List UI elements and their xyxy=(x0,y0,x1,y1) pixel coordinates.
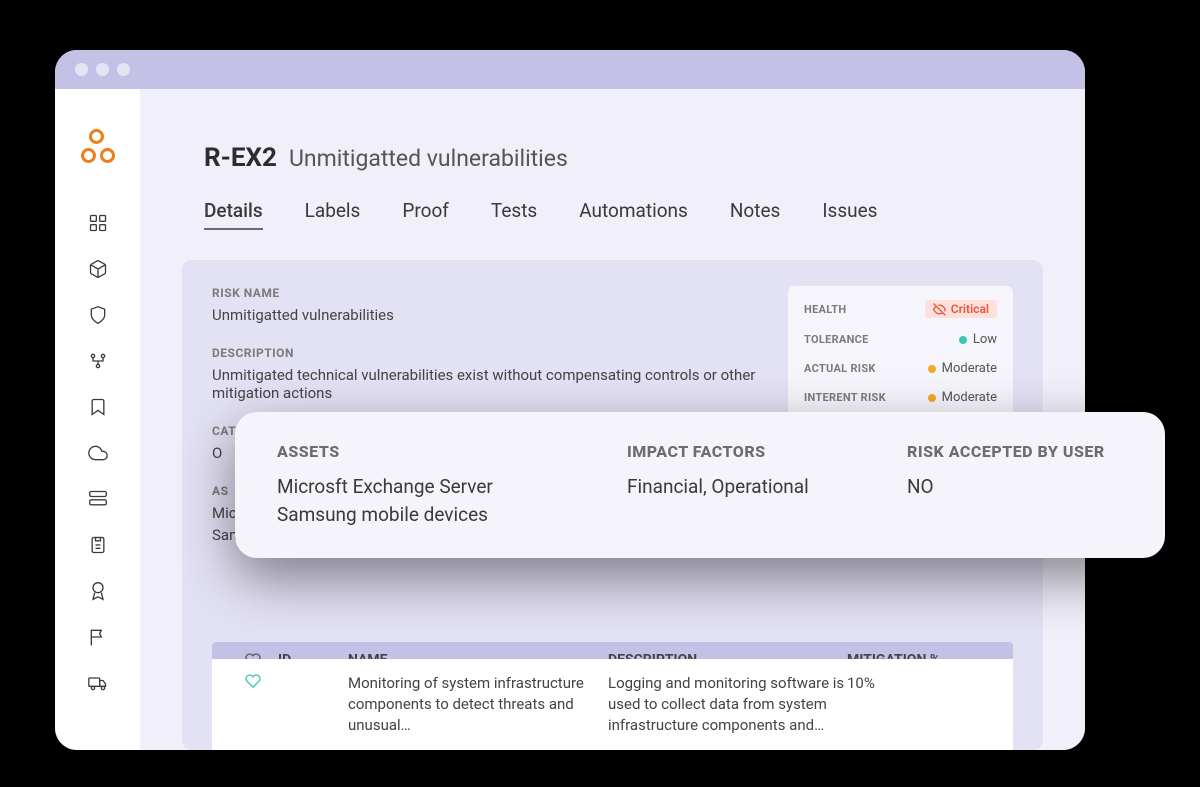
tab-automations[interactable]: Automations xyxy=(579,199,688,230)
window-titlebar xyxy=(55,50,1085,89)
popover-impact-label: IMPACT FACTORS xyxy=(627,442,857,461)
tab-tests[interactable]: Tests xyxy=(491,199,537,230)
tab-issues[interactable]: Issues xyxy=(822,199,877,230)
popover-assets-label: ASSETS xyxy=(277,442,577,461)
popover-assets-value: Microsft Exchange Server Samsung mobile … xyxy=(277,473,577,528)
traffic-light-minimize[interactable] xyxy=(96,63,109,76)
risk-summary-card: HEALTH Critical TOLERANCE Low ACTUAL RIS… xyxy=(788,286,1013,426)
shield-icon[interactable] xyxy=(88,305,108,325)
clipboard-icon[interactable] xyxy=(88,535,108,555)
tolerance-value: Low xyxy=(959,332,997,347)
health-value: Critical xyxy=(951,302,989,316)
server-icon[interactable] xyxy=(88,489,108,509)
actual-risk-label: ACTUAL RISK xyxy=(804,362,876,375)
heart-icon[interactable] xyxy=(245,673,261,689)
description-label: DESCRIPTION xyxy=(212,346,762,360)
inherent-risk-label: INTERENT RISK xyxy=(804,391,886,404)
dashboard-icon[interactable] xyxy=(88,213,108,233)
package-icon[interactable] xyxy=(88,259,108,279)
tab-bar: Details Labels Proof Tests Automations N… xyxy=(204,199,1043,230)
health-badge: Critical xyxy=(925,300,997,318)
actual-risk-value: Moderate xyxy=(928,361,997,376)
app-logo-icon xyxy=(81,129,115,163)
traffic-light-close[interactable] xyxy=(75,63,88,76)
tab-details[interactable]: Details xyxy=(204,199,263,230)
bookmark-icon[interactable] xyxy=(88,397,108,417)
inherent-risk-value: Moderate xyxy=(928,390,997,405)
popover-impact-value: Financial, Operational xyxy=(627,473,857,501)
tolerance-label: TOLERANCE xyxy=(804,333,869,346)
cell-mitigation: 10% xyxy=(847,673,997,736)
risk-title: Unmitigatted vulnerabilities xyxy=(289,145,568,172)
eye-off-icon xyxy=(933,303,946,316)
network-icon[interactable] xyxy=(88,351,108,371)
cell-name: Monitoring of system infrastructure comp… xyxy=(348,673,608,736)
risk-name-label: RISK NAME xyxy=(212,286,762,300)
health-label: HEALTH xyxy=(804,303,846,316)
tab-labels[interactable]: Labels xyxy=(305,199,361,230)
description-value: Unmitigated technical vulnerabilities ex… xyxy=(212,366,762,402)
tab-proof[interactable]: Proof xyxy=(402,199,449,230)
cell-id xyxy=(278,673,348,736)
risk-name-value: Unmitigatted vulnerabilities xyxy=(212,306,762,324)
flag-icon[interactable] xyxy=(88,627,108,647)
assets-popover: ASSETS Microsft Exchange Server Samsung … xyxy=(235,412,1165,558)
tab-notes[interactable]: Notes xyxy=(730,199,781,230)
traffic-light-zoom[interactable] xyxy=(117,63,130,76)
award-icon[interactable] xyxy=(88,581,108,601)
popover-accepted-value: NO xyxy=(907,473,1105,501)
sidebar xyxy=(55,89,140,750)
table-row[interactable]: Monitoring of system infrastructure comp… xyxy=(212,659,1013,750)
truck-icon[interactable] xyxy=(88,673,108,693)
popover-accepted-label: RISK ACCEPTED BY USER xyxy=(907,442,1105,461)
page-title: R-EX2 Unmitigatted vulnerabilities xyxy=(204,143,1043,173)
cloud-icon[interactable] xyxy=(88,443,108,463)
app-window: R-EX2 Unmitigatted vulnerabilities Detai… xyxy=(55,50,1085,750)
risk-code: R-EX2 xyxy=(204,143,277,173)
cell-description: Logging and monitoring software is used … xyxy=(608,673,847,736)
